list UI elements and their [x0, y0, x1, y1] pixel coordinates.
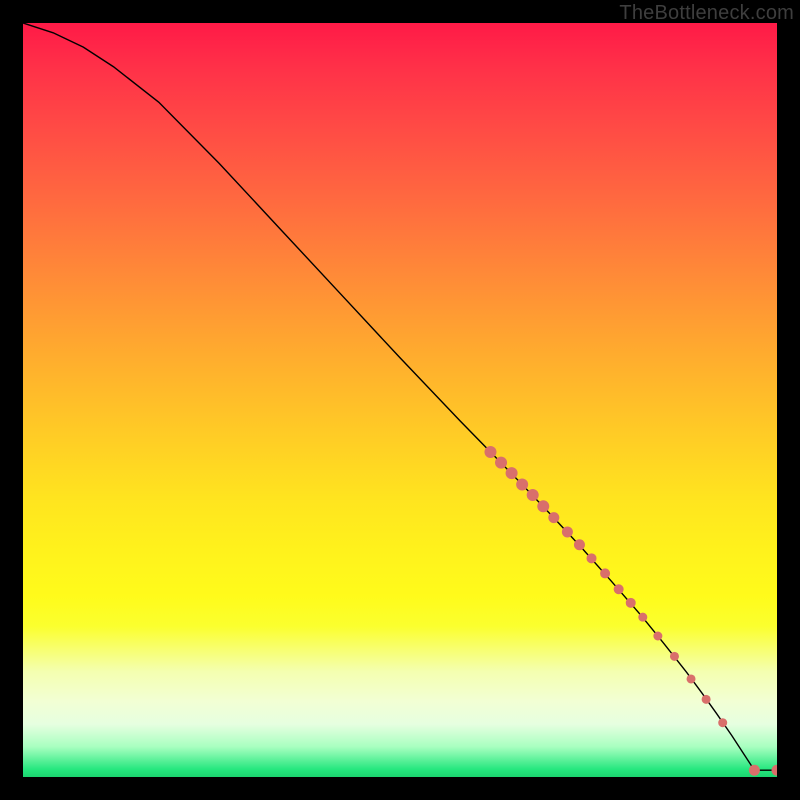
data-marker: [562, 526, 573, 537]
data-marker: [527, 489, 539, 501]
series-curve: [23, 23, 777, 770]
data-marker: [718, 718, 727, 727]
data-marker: [484, 446, 496, 458]
plot-area: [23, 23, 777, 777]
data-marker: [537, 500, 549, 512]
data-marker: [653, 632, 662, 641]
data-marker: [638, 613, 647, 622]
data-marker: [548, 512, 559, 523]
data-marker: [574, 539, 585, 550]
data-marker: [772, 765, 778, 776]
data-marker: [506, 467, 518, 479]
data-marker: [516, 478, 528, 490]
chart-svg: [23, 23, 777, 777]
data-marker: [600, 568, 610, 578]
data-marker: [670, 652, 679, 661]
data-marker: [587, 553, 597, 563]
data-marker: [702, 695, 711, 704]
data-marker: [614, 584, 624, 594]
data-marker: [626, 598, 636, 608]
watermark-text: TheBottleneck.com: [619, 2, 794, 25]
marker-group: [484, 446, 777, 776]
data-marker: [687, 674, 696, 683]
data-marker: [495, 457, 507, 469]
chart-frame: TheBottleneck.com: [0, 0, 800, 800]
data-marker: [749, 765, 760, 776]
